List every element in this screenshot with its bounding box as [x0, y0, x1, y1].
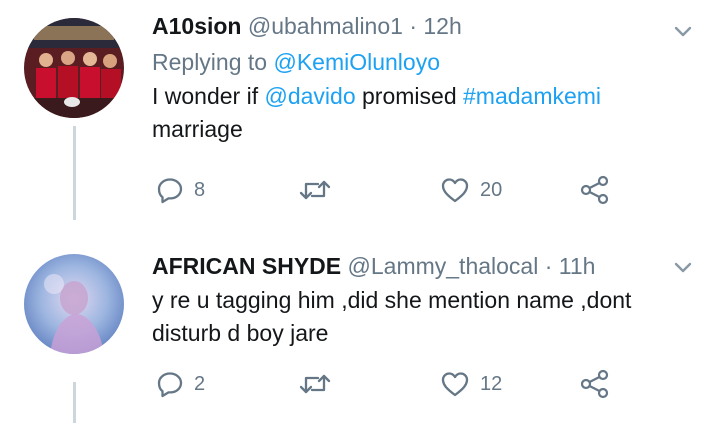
like-button[interactable]: 12	[440, 366, 502, 402]
chevron-down-icon[interactable]	[672, 20, 694, 42]
reply-icon	[157, 178, 183, 204]
replying-label: Replying to	[152, 49, 268, 75]
timestamp[interactable]: 12h	[423, 13, 461, 39]
display-name[interactable]: A10sion	[152, 13, 241, 39]
share-icon	[580, 369, 609, 399]
like-icon	[441, 372, 469, 397]
like-icon	[441, 178, 469, 203]
retweet-button[interactable]	[298, 366, 342, 402]
replying-to: Replying to @KemiOlunloyo	[152, 48, 680, 76]
mention-link[interactable]: @davido	[265, 83, 356, 109]
text-line: disturb d boy jare	[152, 320, 329, 346]
tweet-text: y re u tagging him ,did she mention name…	[152, 284, 680, 350]
reply-count: 8	[194, 178, 206, 201]
retweet-button[interactable]	[298, 172, 342, 208]
avatar[interactable]	[24, 18, 124, 118]
handle[interactable]: @Lammy_thalocal	[348, 253, 539, 279]
like-count: 12	[480, 372, 503, 395]
avatar[interactable]	[24, 254, 124, 354]
timestamp[interactable]: 11h	[559, 253, 596, 279]
tweet-header: AFRICAN SHYDE @Lammy_thalocal · 11h	[152, 252, 680, 280]
replying-handle-link[interactable]: @KemiOlunloyo	[273, 49, 440, 75]
share-icon	[580, 175, 609, 205]
reply-count: 2	[194, 372, 206, 395]
share-button[interactable]	[580, 366, 610, 402]
chevron-down-icon[interactable]	[672, 256, 694, 278]
text-line: y re u tagging him ,did she mention name…	[152, 287, 632, 313]
reply-button[interactable]: 8	[156, 172, 205, 208]
reply-icon	[157, 372, 183, 398]
tweet-header: A10sion @ubahmalino1 · 12h	[152, 12, 680, 40]
display-name[interactable]: AFRICAN SHYDE	[152, 253, 341, 279]
reply-button[interactable]: 2	[156, 366, 205, 402]
separator: ·	[409, 13, 417, 39]
share-button[interactable]	[580, 172, 610, 208]
handle[interactable]: @ubahmalino1	[248, 13, 403, 39]
thread-line	[73, 126, 76, 220]
separator: ·	[544, 253, 553, 279]
thread-line	[73, 382, 76, 423]
text-part: I wonder if	[152, 83, 265, 109]
text-part: marriage	[152, 116, 243, 142]
retweet-icon	[299, 180, 331, 200]
like-button[interactable]: 20	[440, 172, 502, 208]
text-part: promised	[355, 83, 463, 109]
tweet-text: I wonder if @davido promised #madamkemi …	[152, 80, 680, 146]
retweet-icon	[299, 374, 331, 394]
like-count: 20	[480, 178, 503, 201]
tweet-1[interactable]: A10sion @ubahmalino1 · 12h Replying to @…	[0, 0, 720, 220]
hashtag-link[interactable]: #madamkemi	[463, 83, 601, 109]
tweet-2[interactable]: AFRICAN SHYDE @Lammy_thalocal · 11h y re…	[0, 230, 720, 423]
